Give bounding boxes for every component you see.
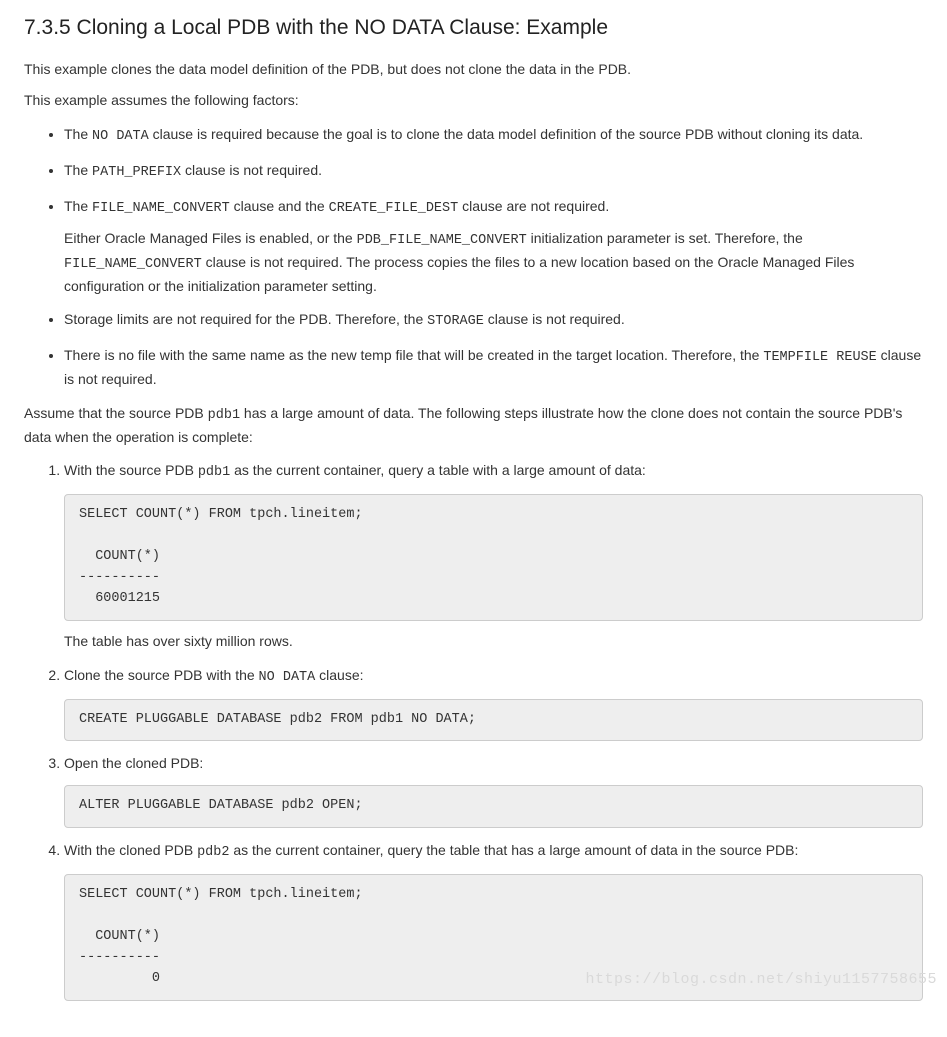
assumption-paragraph: Assume that the source PDB pdb1 has a la… (24, 403, 923, 449)
code-inline: NO DATA (259, 670, 316, 685)
code-inline: pdb1 (208, 408, 240, 423)
code-block: ALTER PLUGGABLE DATABASE pdb2 OPEN; (64, 785, 923, 828)
steps-list: With the source PDB pdb1 as the current … (24, 460, 923, 1000)
code-inline: PDB_FILE_NAME_CONVERT (357, 233, 527, 248)
list-item: With the cloned PDB pdb2 as the current … (64, 840, 923, 1001)
code-inline: pdb2 (197, 845, 229, 860)
list-item: With the source PDB pdb1 as the current … (64, 460, 923, 652)
factors-list: The NO DATA clause is required because t… (24, 124, 923, 391)
intro-paragraph-1: This example clones the data model defin… (24, 59, 923, 81)
code-block: SELECT COUNT(*) FROM tpch.lineitem; COUN… (64, 494, 923, 621)
code-inline: FILE_NAME_CONVERT (64, 257, 202, 272)
list-item: The NO DATA clause is required because t… (64, 124, 923, 148)
intro-paragraph-2: This example assumes the following facto… (24, 90, 923, 112)
step-note: The table has over sixty million rows. (64, 631, 923, 653)
code-block: SELECT COUNT(*) FROM tpch.lineitem; COUN… (64, 874, 923, 1001)
code-inline: FILE_NAME_CONVERT (92, 201, 230, 216)
list-item: The PATH_PREFIX clause is not required. (64, 160, 923, 184)
code-block: CREATE PLUGGABLE DATABASE pdb2 FROM pdb1… (64, 699, 923, 742)
code-inline: STORAGE (427, 314, 484, 329)
code-inline: NO DATA (92, 129, 149, 144)
section-heading: 7.3.5 Cloning a Local PDB with the NO DA… (24, 12, 923, 45)
list-item: Open the cloned PDB: ALTER PLUGGABLE DAT… (64, 753, 923, 828)
list-item: There is no file with the same name as t… (64, 345, 923, 391)
code-inline: TEMPFILE REUSE (763, 350, 876, 365)
list-item: The FILE_NAME_CONVERT clause and the CRE… (64, 196, 923, 297)
code-inline: pdb1 (198, 465, 230, 480)
list-item: Storage limits are not required for the … (64, 309, 923, 333)
list-item: Clone the source PDB with the NO DATA cl… (64, 665, 923, 742)
list-item-detail: Either Oracle Managed Files is enabled, … (64, 228, 923, 298)
code-inline: CREATE_FILE_DEST (329, 201, 459, 216)
code-inline: PATH_PREFIX (92, 165, 181, 180)
